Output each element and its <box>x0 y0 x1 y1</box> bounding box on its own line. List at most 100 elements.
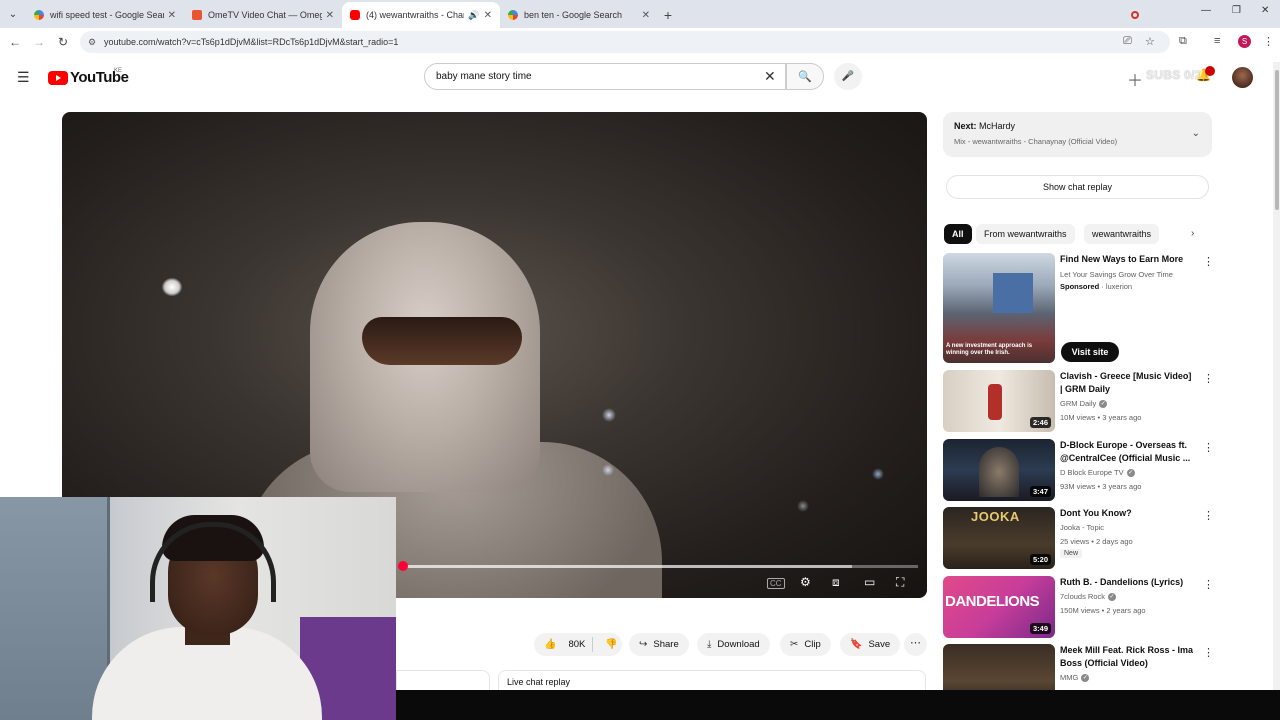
save-playlist-icon: 🔖 <box>850 639 863 650</box>
video-title[interactable]: Ruth B. - Dandelions (Lyrics) <box>1060 576 1195 589</box>
more-vert-icon[interactable]: ⋮ <box>1203 372 1214 385</box>
cast-icon[interactable]: ⎚ <box>1123 35 1132 48</box>
ometv-favicon-icon <box>192 10 202 20</box>
tab-search-icon[interactable]: ⌄ <box>0 0 26 28</box>
dislike-icon[interactable]: 👎 <box>605 639 617 650</box>
ad-title[interactable]: Find New Ways to Earn More <box>1060 253 1195 266</box>
video-duration: 5:20 <box>1029 554 1051 565</box>
video-title[interactable]: Dont You Know? <box>1060 507 1195 520</box>
channel-name[interactable]: Jooka - Topic <box>1060 523 1104 532</box>
youtube-favicon-icon <box>350 10 360 20</box>
save-label: Save <box>868 639 891 650</box>
video-thumbnail[interactable]: 2:46 <box>943 370 1055 432</box>
miniplayer-icon[interactable]: ⧈ <box>832 575 840 590</box>
recommendation-item[interactable]: DANDELIONS 3:49 Ruth B. - Dandelions (Ly… <box>943 576 1214 638</box>
recommendation-item[interactable]: 2:46 Clavish - Greece [Music Video] | GR… <box>943 370 1214 432</box>
account-avatar[interactable] <box>1232 67 1253 88</box>
video-frame-light <box>872 468 884 480</box>
reload-icon[interactable]: ↻ <box>51 35 75 49</box>
video-meta: 25 views • 2 days ago <box>1060 537 1133 546</box>
more-vert-icon[interactable]: ⋮ <box>1203 646 1213 659</box>
tab-title: wifi speed test - Google Search <box>50 10 164 20</box>
close-tab-icon[interactable]: ✕ <box>168 10 176 21</box>
clear-search-icon[interactable]: ✕ <box>764 68 776 85</box>
hamburger-menu-icon[interactable]: ☰ <box>17 69 30 86</box>
back-icon[interactable]: ← <box>3 35 27 49</box>
create-icon[interactable]: ＋ <box>1127 67 1143 91</box>
address-bar[interactable]: ⚙ youtube.com/watch?v=cTs6p1dDjvM&list=R… <box>80 31 1170 53</box>
channel-name[interactable]: 7clouds Rock <box>1060 592 1105 601</box>
like-count[interactable]: 80K <box>568 639 585 650</box>
window-close-icon[interactable]: ✕ <box>1261 5 1269 16</box>
video-thumbnail[interactable]: JOOKA 5:20 <box>943 507 1055 569</box>
video-thumbnail[interactable]: 3:47 <box>943 439 1055 501</box>
video-thumbnail[interactable] <box>943 644 1055 690</box>
google-favicon-icon <box>34 10 44 20</box>
captions-icon[interactable]: CC <box>767 578 785 589</box>
progress-scrubber[interactable] <box>398 561 408 571</box>
more-vert-icon[interactable]: ⋮ <box>1203 255 1214 268</box>
maximize-icon[interactable]: ❐ <box>1232 5 1241 16</box>
clip-button[interactable]: ✂ Clip <box>780 633 831 656</box>
ad-thumbnail[interactable]: A new investment approach is winning ove… <box>943 253 1055 363</box>
search-input[interactable]: baby mane story time <box>424 63 786 90</box>
settings-gear-icon[interactable]: ⚙ <box>800 575 811 589</box>
chip-all[interactable]: All <box>944 224 972 244</box>
tab-title: OmeTV Video Chat — Omegle <box>208 10 322 20</box>
chevron-down-icon[interactable]: ⌄ <box>1192 128 1200 139</box>
tab-wifi-speed-test[interactable]: wifi speed test - Google Search ✕ <box>26 2 184 28</box>
scissors-icon: ✂ <box>790 639 799 650</box>
voice-search-button[interactable]: 🎤 <box>834 63 862 90</box>
video-frame-light <box>797 500 809 512</box>
more-vert-icon[interactable]: ⋮ <box>1203 509 1214 522</box>
video-title[interactable]: D-Block Europe - Overseas ft. @CentralCe… <box>1060 439 1195 465</box>
extensions-icon[interactable]: ⧉ <box>1179 35 1187 48</box>
close-tab-icon[interactable]: ✕ <box>326 10 334 21</box>
save-button[interactable]: 🔖 Save <box>840 633 901 656</box>
recommendation-item[interactable]: 3:47 D-Block Europe - Overseas ft. @Cent… <box>943 439 1214 501</box>
like-icon[interactable]: 👍 <box>544 639 556 650</box>
forward-icon[interactable]: → <box>27 35 51 49</box>
taskbar-strip <box>396 690 1280 720</box>
next-up-card[interactable]: Next: McHardy Mix - wewantwraiths - Chan… <box>943 112 1212 157</box>
more-vert-icon[interactable]: ⋮ <box>1203 578 1214 591</box>
visit-site-button[interactable]: Visit site <box>1061 342 1119 362</box>
ad-thumbnail-caption: A new investment approach is winning ove… <box>946 343 1033 356</box>
fullscreen-icon[interactable]: ⛶ <box>896 575 904 590</box>
tab-youtube-active[interactable]: (4) wewantwraiths - Chanay 🔊 ✕ <box>342 2 500 28</box>
tab-ben-ten[interactable]: ben ten - Google Search ✕ <box>500 2 658 28</box>
download-button[interactable]: ⤓ Download <box>697 633 770 656</box>
bookmark-star-icon[interactable]: ☆ <box>1145 35 1155 48</box>
video-thumbnail[interactable]: DANDELIONS 3:49 <box>943 576 1055 638</box>
more-vert-icon[interactable]: ⋮ <box>1203 441 1214 454</box>
scrollbar-thumb[interactable] <box>1275 70 1279 210</box>
live-chat-replay-panel[interactable]: Live chat replay <box>498 670 926 692</box>
recommendation-item[interactable]: JOOKA 5:20 Dont You Know? Jooka - Topic … <box>943 507 1214 569</box>
channel-name[interactable]: D Block Europe TV <box>1060 468 1124 477</box>
share-button[interactable]: ↪ Share <box>629 633 689 656</box>
channel-name[interactable]: GRM Daily <box>1060 399 1096 408</box>
browser-profile-avatar[interactable]: S <box>1238 35 1251 48</box>
speaker-icon[interactable]: 🔊 <box>468 10 479 21</box>
video-title[interactable]: Meek Mill Feat. Rick Ross - Ima Boss (Of… <box>1060 644 1195 670</box>
show-chat-replay-button[interactable]: Show chat replay <box>946 175 1209 199</box>
theater-mode-icon[interactable]: ▭ <box>864 575 875 589</box>
advertiser-name: luxerion <box>1105 282 1133 291</box>
site-info-icon[interactable]: ⚙ <box>88 37 96 48</box>
video-title[interactable]: Clavish - Greece [Music Video] | GRM Dai… <box>1060 370 1195 396</box>
minimize-icon[interactable]: — <box>1201 5 1211 16</box>
chevron-right-icon[interactable]: › <box>1191 228 1194 239</box>
search-button[interactable]: 🔍 <box>786 63 824 90</box>
close-tab-icon[interactable]: ✕ <box>484 10 492 21</box>
channel-name[interactable]: MMG <box>1060 673 1078 682</box>
video-duration: 3:49 <box>1029 623 1051 634</box>
tab-ometv[interactable]: OmeTV Video Chat — Omegle ✕ <box>184 2 1139 28</box>
more-actions-button[interactable]: ⋯ <box>904 633 927 656</box>
new-tab-icon[interactable]: + <box>658 2 678 28</box>
media-control-icon[interactable]: ≡ <box>1214 35 1220 47</box>
recommendation-item[interactable]: Meek Mill Feat. Rick Ross - Ima Boss (Of… <box>943 644 1213 690</box>
close-tab-icon[interactable]: ✕ <box>642 10 650 21</box>
chip-channel[interactable]: wewantwraiths <box>1084 224 1160 244</box>
browser-menu-icon[interactable]: ⋮ <box>1263 35 1274 48</box>
chip-from-channel[interactable]: From wewantwraiths <box>976 224 1075 244</box>
